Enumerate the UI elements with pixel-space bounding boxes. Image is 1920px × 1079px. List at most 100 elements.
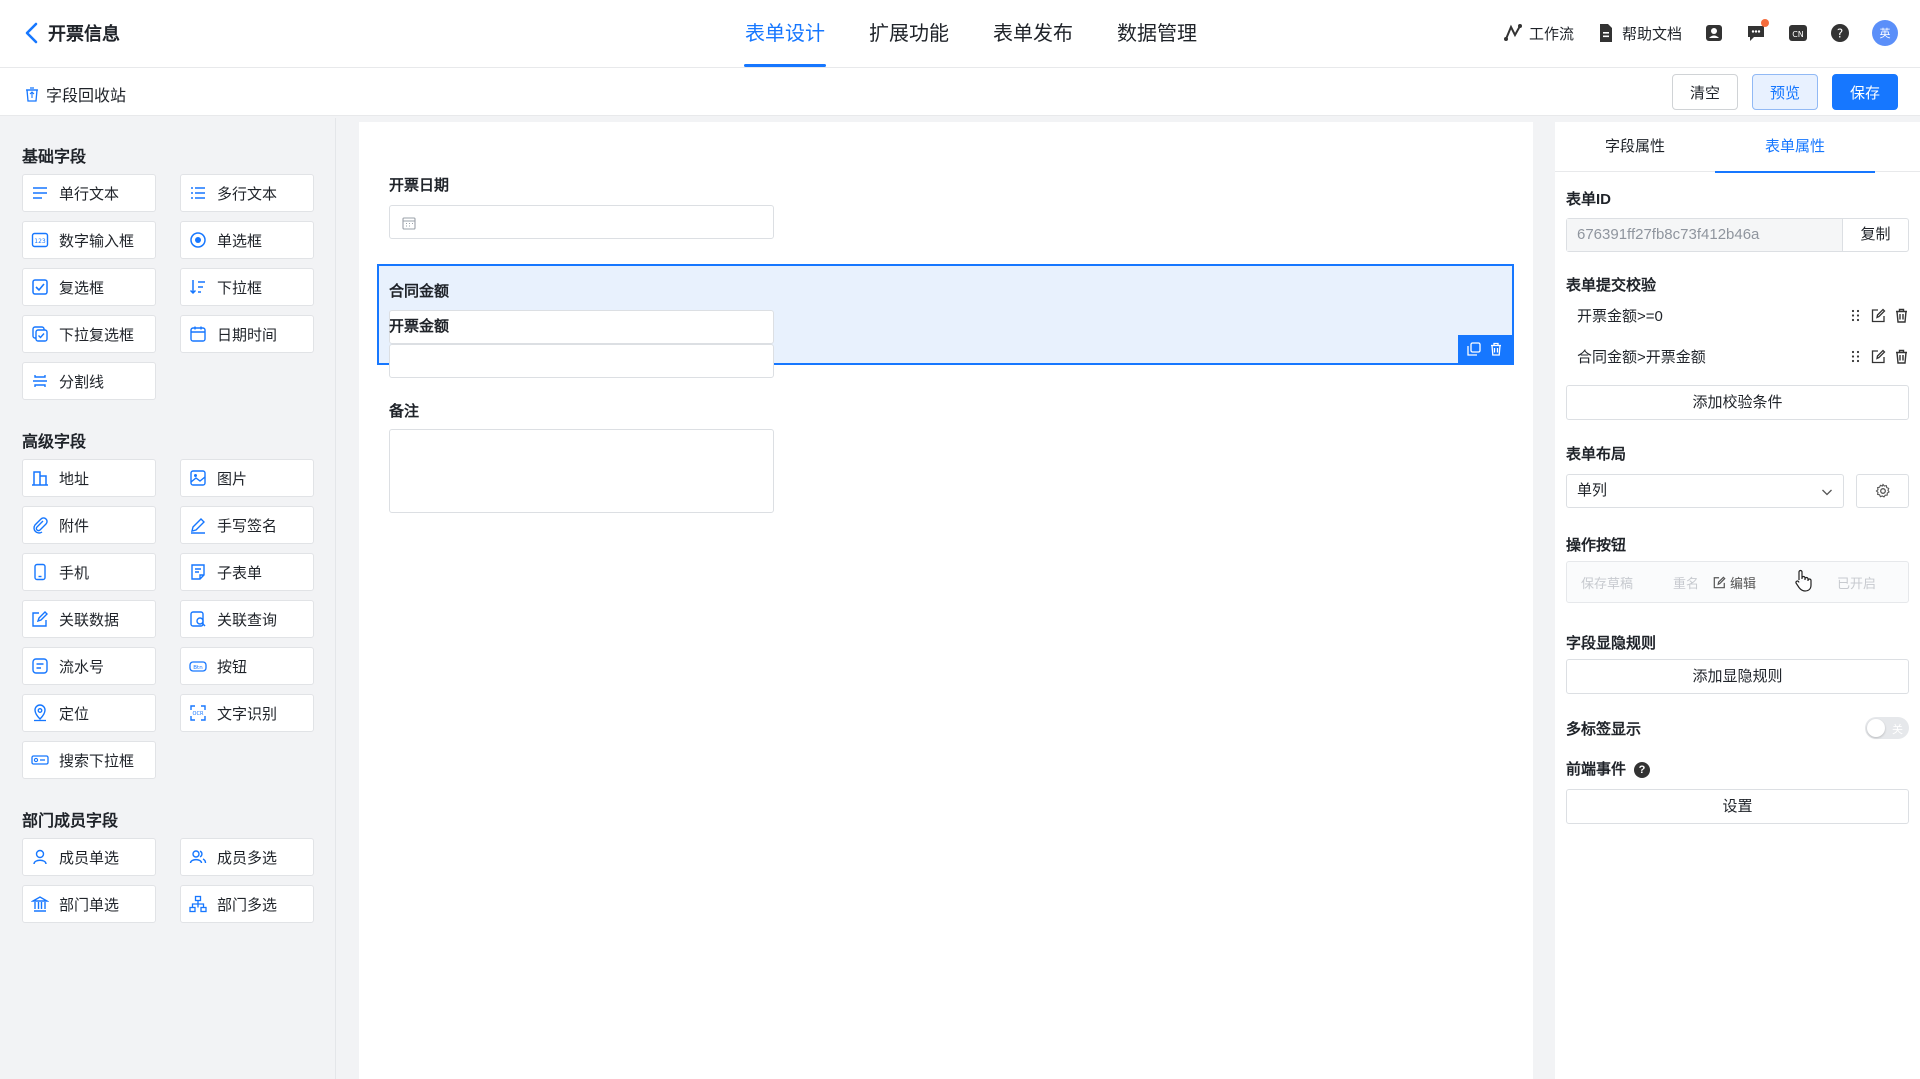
- back-button[interactable]: 开票信息: [24, 20, 120, 46]
- toggle-knob: [1867, 719, 1885, 737]
- help-docs-link[interactable]: 帮助文档: [1596, 23, 1682, 44]
- layout-settings-button[interactable]: [1856, 474, 1909, 508]
- help-icon[interactable]: ?: [1634, 762, 1651, 779]
- delete-icon[interactable]: [1894, 308, 1909, 323]
- workflow-link[interactable]: 工作流: [1503, 23, 1574, 44]
- preview-button[interactable]: 预览: [1752, 74, 1818, 110]
- frontend-events-label: 前端事件: [1566, 761, 1627, 778]
- delete-icon[interactable]: [1894, 349, 1909, 364]
- copy-icon[interactable]: [1467, 342, 1481, 356]
- field-label: 日期时间: [217, 326, 278, 344]
- field-dept-single[interactable]: 部门单选: [22, 885, 156, 923]
- field-ocr[interactable]: OCR 文字识别: [180, 694, 314, 732]
- layout-value: 单列: [1577, 482, 1608, 499]
- language-label: CN: [1792, 30, 1804, 39]
- invoice-amount-input[interactable]: [389, 344, 774, 378]
- field-attachment[interactable]: 附件: [22, 506, 156, 544]
- layout-select[interactable]: 单列: [1566, 474, 1844, 508]
- field-label: 附件: [59, 517, 90, 535]
- op-edit[interactable]: 编辑: [1713, 573, 1756, 592]
- settings-button[interactable]: 设置: [1566, 789, 1909, 824]
- op-enabled[interactable]: 已开启: [1837, 573, 1876, 592]
- field-multi-line-text[interactable]: 多行文本: [180, 174, 314, 212]
- help-mark: ?: [1837, 27, 1843, 41]
- field-label: 数字输入框: [59, 232, 135, 250]
- tab-field-properties[interactable]: 字段属性: [1555, 122, 1715, 172]
- field-related-data[interactable]: 关联数据: [22, 600, 156, 638]
- clear-button[interactable]: 清空: [1672, 74, 1738, 110]
- field-search-dropdown[interactable]: 搜索下拉框: [22, 741, 156, 779]
- divider-icon: [33, 375, 47, 387]
- tab-data-management[interactable]: 数据管理: [1116, 0, 1198, 68]
- contacts-icon[interactable]: [1704, 23, 1724, 43]
- copy-button[interactable]: 复制: [1842, 219, 1908, 251]
- invoice-date-input[interactable]: [389, 205, 774, 239]
- add-visibility-rule-button[interactable]: 添加显隐规则: [1566, 659, 1909, 694]
- tab-form-design[interactable]: 表单设计: [744, 0, 826, 68]
- field-label: 手机: [59, 564, 90, 582]
- tab-form-properties[interactable]: 表单属性: [1715, 122, 1875, 173]
- field-label: 地址: [59, 470, 90, 488]
- field-dept-multi[interactable]: 部门多选: [180, 885, 314, 923]
- op-rename[interactable]: 重名: [1673, 573, 1699, 592]
- field-mobile[interactable]: 手机: [22, 553, 156, 591]
- field-member-multi[interactable]: 成员多选: [180, 838, 314, 876]
- field-label: 单选框: [217, 232, 263, 250]
- multi-tag-label: 多标签显示: [1566, 721, 1642, 738]
- field-dropdown[interactable]: 下拉框: [180, 268, 314, 306]
- user-icon: [33, 849, 47, 865]
- field-image[interactable]: 图片: [180, 459, 314, 497]
- remarks-textarea[interactable]: [389, 429, 774, 513]
- language-icon[interactable]: CN: [1788, 23, 1808, 43]
- avatar[interactable]: 英: [1872, 20, 1898, 46]
- edit-icon[interactable]: [1871, 349, 1886, 364]
- checkbox-icon: [32, 279, 48, 295]
- field-related-query[interactable]: 关联查询: [180, 600, 314, 638]
- field-serial-number[interactable]: 流水号: [22, 647, 156, 685]
- field-recycle-bin[interactable]: 字段回收站: [24, 82, 126, 106]
- tab-extensions[interactable]: 扩展功能: [868, 0, 950, 68]
- help-icon[interactable]: ?: [1830, 23, 1850, 43]
- delete-icon[interactable]: [1489, 342, 1503, 356]
- gear-icon: [1875, 483, 1890, 498]
- field-label-contract-amount: 合同金额: [389, 283, 450, 300]
- scan-icon: OCR: [190, 705, 206, 721]
- chevron-left-icon: [25, 22, 38, 44]
- field-label: 文字识别: [217, 705, 278, 723]
- building-icon: [32, 471, 48, 486]
- add-validation-button[interactable]: 添加校验条件: [1566, 385, 1909, 420]
- field-single-line-text[interactable]: 单行文本: [22, 174, 156, 212]
- field-dropdown-multi[interactable]: 下拉复选框: [22, 315, 156, 353]
- field-label: 手写签名: [217, 517, 278, 535]
- field-divider[interactable]: 分割线: [22, 362, 156, 400]
- group-title-basic: 基础字段: [22, 149, 87, 166]
- pen-icon: [191, 518, 205, 534]
- field-subform[interactable]: 子表单: [180, 553, 314, 591]
- edit-icon[interactable]: [1871, 308, 1886, 323]
- op-save-draft[interactable]: 保存草稿: [1581, 573, 1633, 592]
- field-label: 按钮: [217, 658, 248, 676]
- message-icon[interactable]: [1746, 19, 1769, 43]
- field-member-single[interactable]: 成员单选: [22, 838, 156, 876]
- field-label-invoice-date: 开票日期: [389, 177, 450, 194]
- field-signature[interactable]: 手写签名: [180, 506, 314, 544]
- field-button[interactable]: Btn 按钮: [180, 647, 314, 685]
- serial-icon: [32, 658, 48, 674]
- multi-tag-toggle[interactable]: 关: [1865, 717, 1909, 739]
- workflow-icon: [1503, 23, 1523, 43]
- field-number-input[interactable]: 123 数字输入框: [22, 221, 156, 259]
- field-radio[interactable]: 单选框: [180, 221, 314, 259]
- drag-handle-icon[interactable]: [1848, 308, 1863, 323]
- save-button[interactable]: 保存: [1832, 74, 1898, 110]
- tab-form-publish[interactable]: 表单发布: [992, 0, 1074, 68]
- field-location[interactable]: 定位: [22, 694, 156, 732]
- list-icon: [191, 187, 205, 199]
- field-address[interactable]: 地址: [22, 459, 156, 497]
- field-checkbox[interactable]: 复选框: [22, 268, 156, 306]
- drag-handle-icon[interactable]: [1848, 349, 1863, 364]
- form-id-box: 676391ff27fb8c73f412b46a 复制: [1566, 218, 1909, 252]
- toolbar: 字段回收站 清空 预览 保存: [0, 68, 1920, 116]
- field-label-invoice-amount: 开票金额: [389, 318, 450, 335]
- field-palette: 基础字段 单行文本 多行文本 123 数字输入框 单选框 复选框 下拉框 下拉复选…: [0, 118, 336, 1079]
- field-datetime[interactable]: 日期时间: [180, 315, 314, 353]
